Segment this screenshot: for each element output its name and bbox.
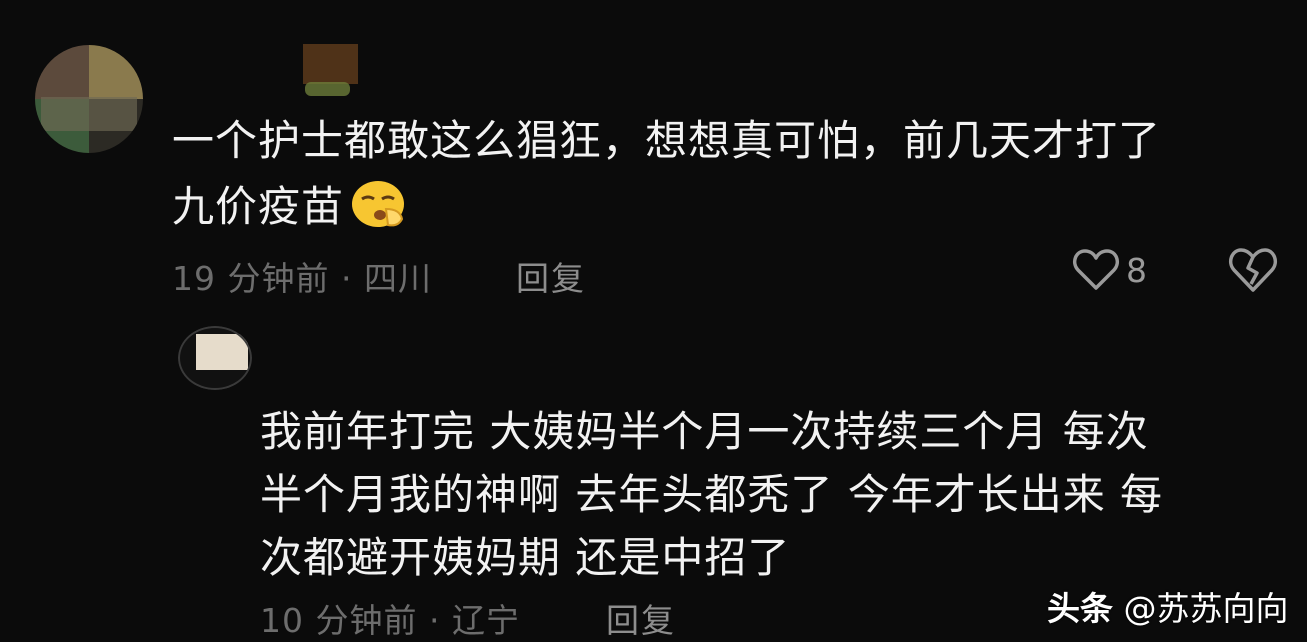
reply-body: 我前年打完 大姨妈半个月一次持续三个月 每次 半个月我的神啊 去年头都秃了 今年… <box>260 400 1280 589</box>
heart-icon <box>1073 249 1119 290</box>
comment-line-2-text: 九价疫苗 <box>172 182 345 231</box>
like-count: 8 <box>1126 250 1147 290</box>
comment-reply-button[interactable]: 回复 <box>516 252 586 300</box>
reply-reply-button[interactable]: 回复 <box>606 594 676 642</box>
shushing-face-emoji-icon <box>352 181 405 227</box>
reply-line-3: 次都避开姨妈期 还是中招了 <box>260 533 791 582</box>
reply-line-2: 半个月我的神啊 去年头都秃了 今年才长出来 每 <box>260 470 1164 519</box>
comment-body: 一个护士都敢这么猖狂，想想真可怕，前几天才打了 九价疫苗 <box>172 108 1282 240</box>
comment-line-1: 一个护士都敢这么猖狂，想想真可怕，前几天才打了 <box>172 116 1162 165</box>
reply-meta: 10 分钟前 · 辽宁 <box>260 601 520 640</box>
reply-line-1: 我前年打完 大姨妈半个月一次持续三个月 每次 <box>260 407 1149 456</box>
watermark-brand: 头条 <box>1047 589 1113 628</box>
comment-line-2: 九价疫苗 <box>172 174 1282 240</box>
comment-meta: 19 分钟前 · 四川 <box>172 259 432 298</box>
commenter-badge-redacted <box>305 82 350 96</box>
like-button[interactable]: 8 <box>1072 248 1147 292</box>
replier-avatar[interactable] <box>178 326 252 390</box>
commenter-name-redacted[interactable] <box>303 44 358 84</box>
broken-heart-icon[interactable] <box>1227 246 1279 294</box>
watermark-handle: @苏苏向向 <box>1123 589 1289 628</box>
commenter-avatar[interactable] <box>35 45 143 153</box>
watermark: 头条 @苏苏向向 <box>1047 582 1289 630</box>
